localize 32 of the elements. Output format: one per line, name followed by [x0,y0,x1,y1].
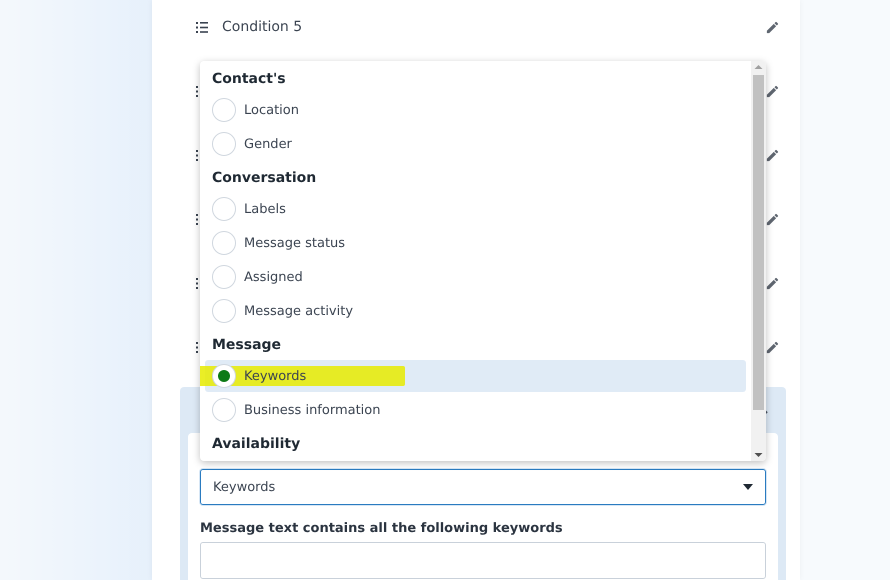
dropdown-option[interactable]: Assigned [205,261,746,293]
caret-down-icon [743,484,753,490]
dropdown-option[interactable]: Business information [205,394,746,426]
condition-title: Condition 5 [222,19,304,35]
edit-icon[interactable] [765,276,780,290]
field-label: Message text contains all the following keywords [200,521,564,536]
dropdown-option[interactable]: Gender [205,128,746,160]
scrollbar[interactable] [751,61,766,461]
dropdown-option[interactable]: Labels [205,193,746,225]
drag-handle-icon[interactable] [196,22,208,32]
group-heading: Contact's [211,70,287,88]
edit-icon[interactable] [765,148,780,162]
edit-icon[interactable] [765,212,780,226]
radio-button[interactable] [212,231,236,255]
group-heading: Availability [211,434,302,454]
group-heading: Conversation [211,168,318,188]
dropdown-option[interactable]: Message activity [205,295,746,327]
radio-button[interactable] [212,98,236,122]
condition-select[interactable]: Keywords [200,469,766,505]
keywords-input[interactable] [200,542,766,579]
radio-button[interactable] [212,398,236,422]
radio-button[interactable] [212,299,236,323]
edit-icon[interactable] [765,84,780,98]
dropdown-option[interactable]: Location [205,94,746,126]
edit-icon[interactable] [765,20,780,34]
radio-button[interactable] [212,265,236,289]
group-heading: Message [211,336,282,354]
radio-button[interactable] [212,197,236,221]
edit-icon[interactable] [765,340,780,354]
dropdown-option[interactable]: Message status [205,227,746,259]
radio-button[interactable] [212,132,236,156]
radio-button[interactable] [212,364,236,388]
